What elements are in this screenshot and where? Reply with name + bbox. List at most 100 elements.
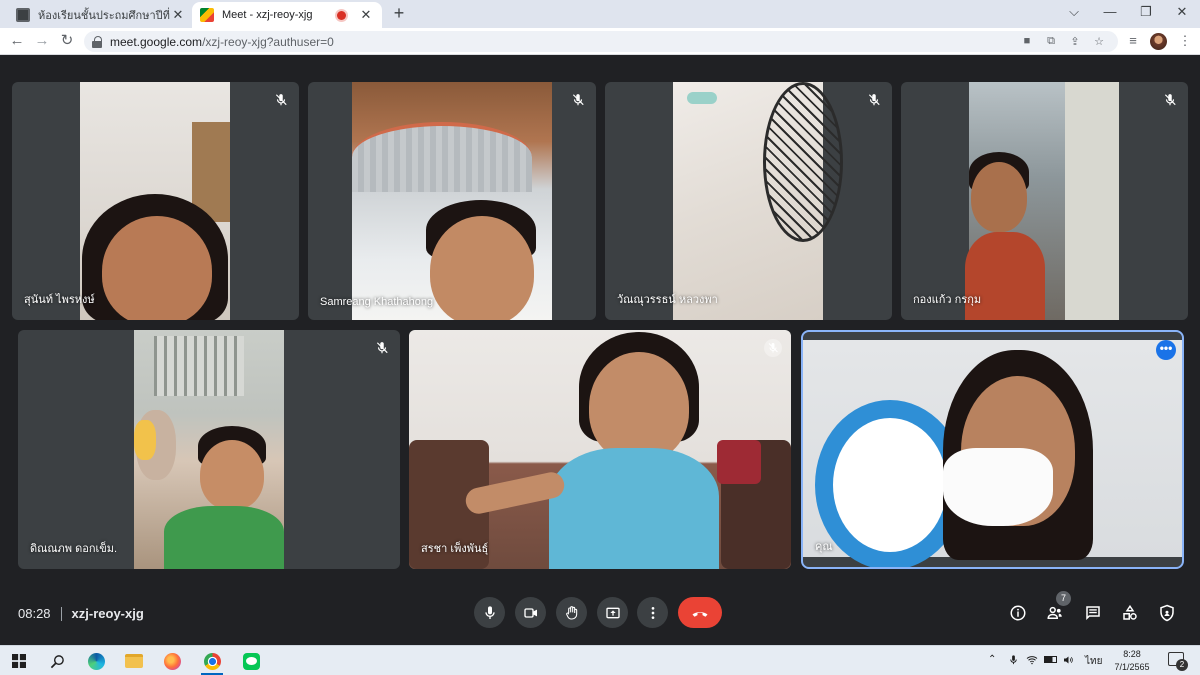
wifi-icon[interactable] xyxy=(1026,654,1038,669)
folder-icon xyxy=(125,654,143,668)
classroom-favicon-icon xyxy=(16,8,30,22)
participant-tile[interactable]: สุนันท์ ไพรหงษ์ xyxy=(12,82,299,320)
raise-hand-button[interactable] xyxy=(556,597,587,628)
bookmark-star-icon[interactable]: ☆ xyxy=(1092,35,1106,49)
participant-video xyxy=(673,82,843,320)
profile-avatar[interactable] xyxy=(1150,33,1167,50)
host-controls-button[interactable] xyxy=(1157,603,1177,623)
volume-icon[interactable] xyxy=(1062,654,1075,669)
participant-name: คุณ xyxy=(815,541,833,553)
participant-tile[interactable]: กองแก้ว กรกุม xyxy=(901,82,1188,320)
camera-toggle-button[interactable] xyxy=(515,597,546,628)
camera-icon xyxy=(523,607,537,618)
file-explorer-button[interactable] xyxy=(119,649,149,673)
edge-button[interactable] xyxy=(81,649,111,673)
meeting-info: 08:28 xzj-reoy-xjg xyxy=(18,606,144,621)
fan-shape xyxy=(763,82,843,242)
participant-video xyxy=(134,330,284,569)
participant-tile[interactable]: Samreang Khathahong xyxy=(308,82,596,320)
tab-search-icon[interactable]: ⌵ xyxy=(1064,4,1084,20)
activities-icon xyxy=(1123,604,1137,620)
system-clock[interactable]: 8:28 7/1/2565 xyxy=(1108,648,1156,674)
battery-icon[interactable] xyxy=(1044,654,1057,663)
lock-icon xyxy=(92,35,102,48)
input-language[interactable]: ไทย xyxy=(1085,654,1102,669)
end-call-icon xyxy=(692,611,708,617)
present-icon xyxy=(605,607,620,618)
tab-classroom[interactable]: ห้องเรียนชั้นประถมศึกษาปีที่ 2/3 (ปีกา ✕ xyxy=(8,2,194,28)
firefox-button[interactable] xyxy=(157,649,187,673)
face-mask-shape xyxy=(943,448,1053,526)
minimize-button[interactable]: — xyxy=(1100,4,1120,19)
chrome-button[interactable] xyxy=(197,649,227,675)
muted-mic-icon xyxy=(865,91,883,109)
self-video xyxy=(803,340,1182,567)
muted-mic-icon xyxy=(373,339,391,357)
search-button[interactable] xyxy=(42,649,72,673)
roof-shape xyxy=(352,122,532,192)
participant-video xyxy=(409,330,791,569)
meet-favicon-icon xyxy=(200,8,214,22)
new-tab-button[interactable]: + xyxy=(388,3,410,24)
muted-mic-icon xyxy=(569,91,587,109)
meeting-code: xzj-reoy-xjg xyxy=(71,606,144,621)
mic-toggle-button[interactable] xyxy=(474,597,505,628)
forward-icon[interactable]: → xyxy=(33,33,51,49)
participant-tile[interactable]: สรชา เพ็งพันธุ์ xyxy=(409,330,791,569)
divider xyxy=(60,606,62,621)
dress-shape xyxy=(549,448,719,569)
address-bar[interactable]: meet.google.com/xzj-reoy-xjg?authuser=0 … xyxy=(84,31,1118,52)
mic-icon xyxy=(484,605,495,619)
tab-meet[interactable]: Meet - xzj-reoy-xjg ✕ xyxy=(192,2,382,28)
reading-list-icon[interactable]: ≡ xyxy=(1124,33,1142,48)
participant-tile[interactable]: วัณณุวรรธน์ หลวงพา xyxy=(605,82,892,320)
meeting-details-button[interactable] xyxy=(1008,603,1028,623)
participant-name: Samreang Khathahong xyxy=(320,296,434,308)
pillow-shape xyxy=(717,440,761,484)
firefox-icon xyxy=(163,652,181,670)
tab-title: ห้องเรียนชั้นประถมศึกษาปีที่ 2/3 (ปีกา xyxy=(38,10,170,22)
restore-button[interactable]: ❐ xyxy=(1136,4,1156,20)
clock-date: 7/1/2565 xyxy=(1114,662,1150,672)
participant-count-badge: 7 xyxy=(1056,591,1071,606)
participant-name: สุนันท์ ไพรหงษ์ xyxy=(24,294,95,306)
tile-options-button[interactable]: ••• xyxy=(1156,340,1176,360)
recording-indicator-icon xyxy=(337,10,346,20)
hand-icon xyxy=(565,605,577,620)
face-shape xyxy=(971,162,1027,232)
browser-tab-bar: ห้องเรียนชั้นประถมศึกษาปีที่ 2/3 (ปีกา ✕… xyxy=(0,0,1200,28)
mic-tray-icon[interactable] xyxy=(1008,654,1019,669)
show-hidden-icons-button[interactable]: ⌃ xyxy=(988,654,996,665)
face-shape xyxy=(102,216,212,320)
toy-shape xyxy=(134,420,156,460)
camera-permission-icon[interactable]: ■ xyxy=(1020,35,1034,49)
share-icon[interactable]: ⇪ xyxy=(1068,35,1082,49)
chat-icon xyxy=(1086,606,1100,621)
url-path: /xzj-reoy-xjg?authuser=0 xyxy=(202,34,334,49)
notification-count: 2 xyxy=(1176,659,1188,671)
browser-toolbar: ← → ↻ meet.google.com/xzj-reoy-xjg?authu… xyxy=(0,28,1200,55)
activities-button[interactable] xyxy=(1120,603,1140,623)
present-screen-button[interactable] xyxy=(597,597,628,628)
line-app-button[interactable] xyxy=(236,649,266,673)
chat-button[interactable] xyxy=(1083,603,1103,623)
self-tile[interactable]: ••• คุณ xyxy=(801,330,1184,569)
leave-call-button[interactable] xyxy=(678,597,722,628)
participant-name: วัณณุวรรธน์ หลวงพา xyxy=(617,294,718,306)
close-icon[interactable]: ✕ xyxy=(358,7,374,23)
people-icon xyxy=(1047,606,1062,619)
start-button[interactable] xyxy=(4,649,34,673)
people-button[interactable] xyxy=(1045,603,1065,623)
clock-face-shape xyxy=(833,418,947,552)
shirt-shape xyxy=(164,506,284,569)
close-window-button[interactable]: ✕ xyxy=(1172,4,1192,20)
chrome-menu-icon[interactable]: ⋮ xyxy=(1176,33,1194,49)
participant-tile[interactable]: ดิณณภพ ดอกเข็ม. xyxy=(18,330,400,569)
reload-icon[interactable]: ↻ xyxy=(58,33,76,49)
info-icon xyxy=(1010,605,1026,621)
back-icon[interactable]: ← xyxy=(8,33,26,49)
close-icon[interactable]: ✕ xyxy=(170,7,186,23)
url-host: meet.google.com xyxy=(110,34,203,49)
more-options-button[interactable] xyxy=(637,597,668,628)
translate-icon[interactable]: ⧉ xyxy=(1044,35,1058,49)
